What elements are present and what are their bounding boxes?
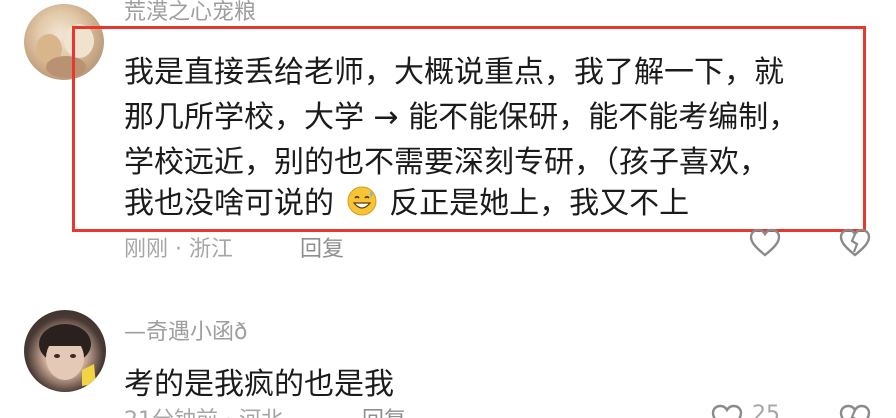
comment-text: 考的是我疯的也是我: [124, 367, 394, 402]
like-heart-icon[interactable]: [748, 226, 782, 260]
username[interactable]: 荒漠之心宠粮: [124, 0, 256, 26]
username[interactable]: —奇遇小函ð: [124, 314, 247, 346]
like-heart-icon[interactable]: [710, 402, 744, 418]
avatar[interactable]: [24, 310, 106, 392]
reply-button[interactable]: 回复: [362, 402, 406, 418]
comment-feed: 荒漠之心宠粮 我是直接丢给老师，大概说重点，我了解一下，就 那几所学校，大学 →…: [0, 0, 896, 418]
highlight-box: [72, 26, 866, 232]
dislike-broken-heart-icon[interactable]: [838, 402, 872, 418]
comment-meta: 刚刚 · 浙江: [124, 237, 233, 262]
comment-meta: 21分钟前 · 河北: [124, 402, 283, 418]
dislike-broken-heart-icon[interactable]: [838, 226, 872, 260]
like-count: 25: [752, 402, 780, 418]
reply-button[interactable]: 回复: [300, 231, 344, 263]
